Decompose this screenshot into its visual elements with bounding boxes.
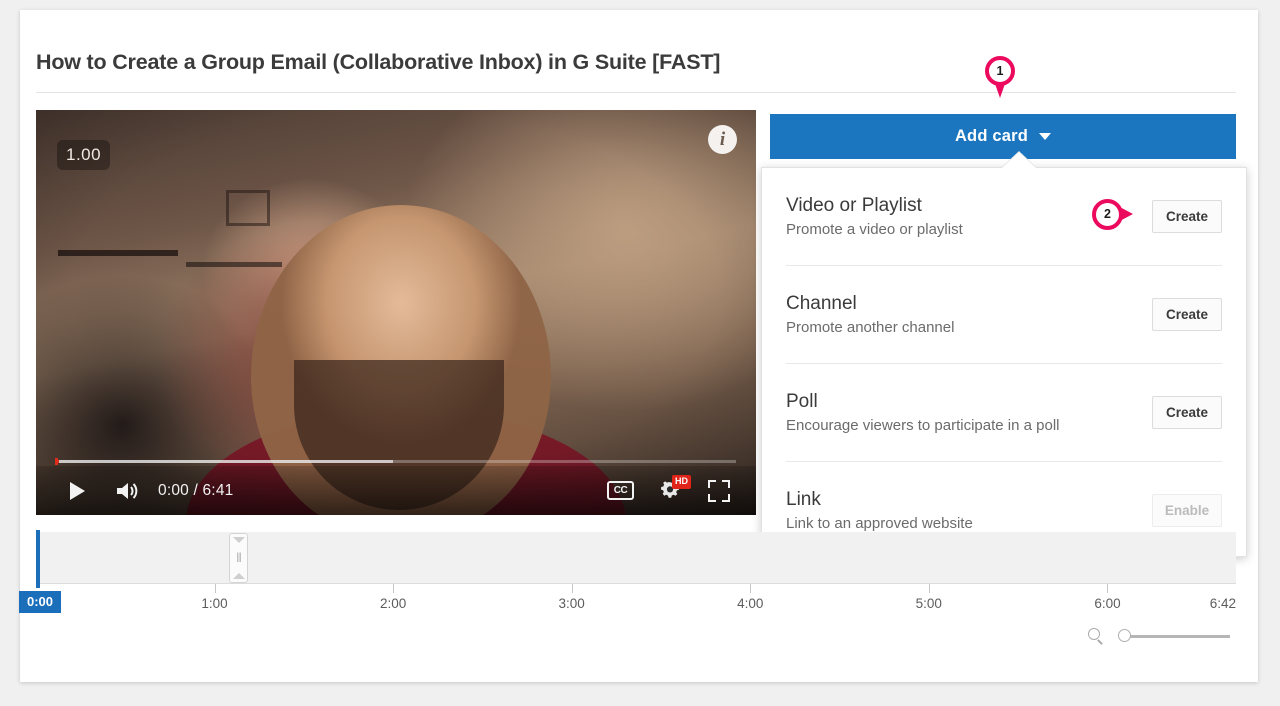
create-channel-button[interactable]: Create: [1152, 298, 1222, 331]
pin-head-icon: 1: [985, 56, 1015, 86]
title-divider: [36, 92, 1236, 93]
handle-bottom-triangle-icon: [232, 573, 245, 579]
card-option-text: Link Link to an approved website: [786, 488, 1152, 534]
card-option-subtitle: Promote another channel: [786, 318, 955, 336]
add-card-label: Add card: [954, 127, 1029, 145]
create-video-or-playlist-button[interactable]: Create: [1152, 200, 1222, 233]
page-root: How to Create a Group Email (Collaborati…: [0, 0, 1280, 706]
volume-icon[interactable]: [114, 481, 142, 501]
card-option-text: Channel Promote another channel: [786, 292, 1152, 338]
ruler-end-label: 6:42: [1209, 596, 1236, 611]
magnifier-icon[interactable]: [1088, 627, 1105, 645]
ruler-tick-label: 3:00: [558, 596, 585, 611]
chevron-down-icon: [1039, 133, 1052, 140]
card-option-subtitle: Encourage viewers to participate in a po…: [786, 416, 1060, 434]
ruler-tick: [1107, 584, 1109, 593]
page-title: How to Create a Group Email (Collaborati…: [36, 50, 721, 74]
card-option-poll[interactable]: Poll Encourage viewers to participate in…: [762, 364, 1246, 461]
step-marker-2: 2: [1092, 199, 1140, 230]
dropdown-notch-icon: [1002, 152, 1036, 168]
playhead-time-label: 0:00: [19, 591, 62, 613]
card-timeline-track[interactable]: [36, 532, 1236, 584]
timeline-zoom-control: [1088, 624, 1238, 648]
ruler-tick: [214, 584, 216, 593]
step-marker-1-number: 1: [996, 63, 1004, 78]
hd-quality-badge: HD: [672, 474, 691, 489]
video-player[interactable]: 1.00 i 0:00 / 6:41 CC HD: [36, 110, 756, 515]
playback-speed-badge: 1.00: [57, 140, 111, 170]
fullscreen-icon[interactable]: [708, 479, 730, 502]
ruler-tick: [928, 584, 930, 593]
card-option-subtitle: Link to an approved website: [786, 514, 973, 532]
timeline-ruler: 1:00 2:00 3:00 4:00 5:00 6:00 6:42: [36, 584, 1236, 618]
handle-top-triangle-icon: [232, 537, 245, 543]
card-option-title: Poll: [786, 390, 818, 412]
zoom-slider-rail: [1124, 635, 1230, 638]
step-marker-2-number: 2: [1104, 207, 1111, 222]
ruler-tick: [750, 584, 752, 593]
arrow-head-icon: 2: [1092, 199, 1123, 230]
enable-link-button[interactable]: Enable: [1152, 494, 1222, 527]
play-icon[interactable]: [64, 481, 90, 501]
card-option-title: Channel: [786, 292, 857, 314]
step-marker-1: 1: [985, 56, 1015, 100]
player-controls-right: CC HD: [607, 474, 756, 504]
card-marker-handle[interactable]: |||: [229, 533, 248, 583]
progress-buffered: [56, 460, 393, 463]
time-display: 0:00 / 6:41: [158, 481, 234, 499]
zoom-slider-handle[interactable]: [1118, 629, 1131, 642]
zoom-slider[interactable]: [1118, 629, 1230, 643]
card-option-video-or-playlist[interactable]: Video or Playlist Promote a video or pla…: [762, 168, 1246, 265]
player-controls: 0:00 / 6:41 CC HD: [36, 466, 756, 515]
ruler-tick-label: 4:00: [737, 596, 764, 611]
info-icon[interactable]: i: [708, 125, 737, 154]
card-option-text: Poll Encourage viewers to participate in…: [786, 390, 1152, 436]
ruler-tick: [571, 584, 573, 593]
ruler-tick-label: 1:00: [201, 596, 228, 611]
video-vignette: [36, 110, 756, 515]
add-card-dropdown: Video or Playlist Promote a video or pla…: [761, 167, 1247, 557]
settings-gear-icon[interactable]: HD: [658, 474, 691, 504]
card-option-channel[interactable]: Channel Promote another channel Create: [762, 266, 1246, 363]
ruler-tick-label: 2:00: [379, 596, 407, 611]
card-option-title: Link: [786, 488, 821, 510]
handle-grip-icon: |||: [236, 552, 242, 563]
ruler-tick: [393, 584, 395, 593]
timeline-playhead[interactable]: [36, 530, 40, 588]
closed-captions-icon[interactable]: CC: [607, 481, 634, 500]
ruler-tick-label: 6:00: [1094, 596, 1121, 611]
create-poll-button[interactable]: Create: [1152, 396, 1222, 429]
progress-scrubber-handle[interactable]: [55, 458, 58, 465]
video-progress-bar[interactable]: [36, 456, 756, 466]
ruler-tick-label: 5:00: [915, 596, 942, 611]
